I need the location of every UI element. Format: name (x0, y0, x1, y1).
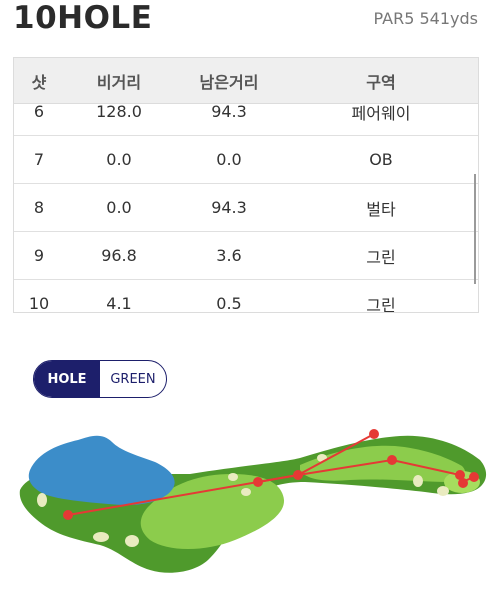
cell-remaining: 0.5 (216, 294, 242, 313)
column-zone: 구역 (366, 72, 396, 92)
table-row[interactable]: 8 0.0 94.3 벌타 (14, 184, 478, 232)
cell-zone: 그린 (366, 247, 396, 267)
table-row[interactable]: 9 96.8 3.6 그린 (14, 232, 478, 280)
shot-point[interactable] (63, 510, 73, 520)
table-scrollbar[interactable] (474, 174, 476, 284)
header: 10HOLE PAR5 541yds (0, 0, 500, 48)
cell-distance: 128.0 (96, 102, 142, 121)
bunker (93, 532, 109, 542)
table-row[interactable]: 10 4.1 0.5 그린 (14, 280, 478, 313)
table-body[interactable]: 6 128.0 94.3 페어웨이 7 0.0 0.0 OB 8 0.0 94.… (14, 88, 478, 313)
bunker (413, 475, 423, 487)
hole-map[interactable] (0, 405, 500, 593)
hole-view-button[interactable]: HOLE (34, 361, 100, 397)
table-row[interactable]: 7 0.0 0.0 OB (14, 136, 478, 184)
column-remaining: 남은거리 (199, 72, 259, 92)
cell-remaining: 0.0 (216, 150, 242, 169)
bunker (125, 535, 139, 547)
cell-shot: 7 (33, 150, 45, 169)
cell-distance: 96.8 (101, 246, 137, 265)
cell-shot: 8 (33, 198, 45, 217)
view-toggle[interactable]: HOLE GREEN (33, 360, 167, 398)
bunker (437, 486, 449, 496)
cell-distance: 0.0 (106, 198, 132, 217)
shot-point[interactable] (469, 472, 479, 482)
bunker (37, 493, 47, 507)
bunker (241, 488, 251, 496)
cell-zone: OB (369, 150, 393, 169)
cell-shot: 6 (33, 102, 45, 121)
shot-point[interactable] (253, 477, 263, 487)
shot-point[interactable] (458, 478, 468, 488)
column-shot: 샷 (31, 72, 47, 92)
cell-zone: 벌타 (366, 199, 396, 219)
shot-table[interactable]: 샷 비거리 남은거리 구역 6 128.0 94.3 페어웨이 7 0.0 0.… (13, 57, 479, 313)
table-header: 샷 비거리 남은거리 구역 (14, 58, 478, 104)
cell-remaining: 94.3 (211, 198, 247, 217)
hole-title: 10HOLE (13, 0, 153, 36)
water-hazard (28, 435, 175, 505)
column-distance: 비거리 (96, 72, 142, 92)
cell-distance: 0.0 (106, 150, 132, 169)
par-info: PAR5 541yds (373, 9, 478, 28)
cell-zone: 그린 (366, 295, 396, 313)
cell-distance: 4.1 (106, 294, 132, 313)
cell-remaining: 3.6 (216, 246, 242, 265)
cell-shot: 9 (33, 246, 45, 265)
shot-point[interactable] (369, 429, 379, 439)
shot-point[interactable] (293, 470, 303, 480)
bunker (228, 473, 238, 481)
green-view-button[interactable]: GREEN (100, 361, 166, 397)
cell-remaining: 94.3 (211, 102, 247, 121)
cell-shot: 10 (28, 294, 50, 313)
shot-point[interactable] (387, 455, 397, 465)
